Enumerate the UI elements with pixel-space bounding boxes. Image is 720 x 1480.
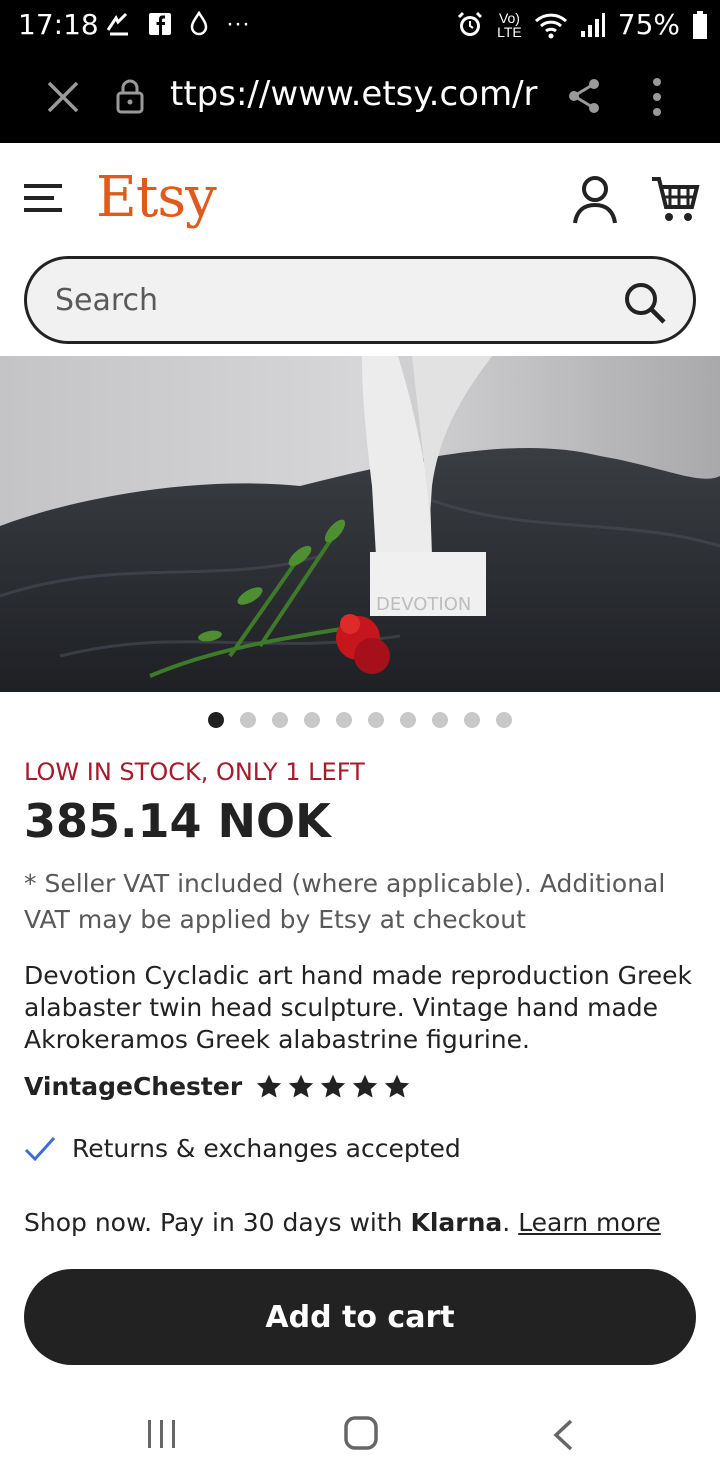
battery-icon — [693, 10, 707, 39]
lock-icon[interactable] — [116, 78, 144, 114]
url-field[interactable]: ttps://www.etsy.com/r — [170, 74, 540, 114]
status-right: Vo) LTE 75% — [455, 8, 708, 41]
carousel-dot[interactable] — [368, 712, 384, 728]
shop-row: VintageChester — [24, 1072, 412, 1101]
klarna-prefix: Shop now. Pay in 30 days with — [24, 1208, 411, 1237]
recents-icon[interactable] — [146, 1418, 178, 1450]
carousel-dot[interactable] — [208, 712, 224, 728]
notification-icons: ··· — [104, 10, 250, 38]
returns-row: Returns & exchanges accepted — [24, 1134, 461, 1163]
returns-text: Returns & exchanges accepted — [72, 1134, 461, 1163]
carousel-dot[interactable] — [240, 712, 256, 728]
more-notifications-icon: ··· — [226, 10, 250, 37]
shop-name-link[interactable]: VintageChester — [24, 1072, 242, 1101]
drop-icon — [190, 10, 208, 36]
carousel-dot[interactable] — [336, 712, 352, 728]
browser-url-bar: ttps://www.etsy.com/r — [0, 50, 720, 143]
engraved-label: DEVOTION — [376, 594, 471, 615]
star-icon — [385, 1074, 410, 1097]
add-to-cart-button[interactable]: Add to cart — [24, 1269, 696, 1365]
network-type: LTE — [497, 23, 522, 40]
share-icon[interactable] — [566, 77, 602, 115]
etsy-logo[interactable]: Etsy — [96, 165, 217, 230]
search-placeholder: Search — [55, 283, 159, 318]
carousel-dot[interactable] — [272, 712, 288, 728]
close-icon[interactable] — [44, 78, 82, 116]
price: 385.14 NOK — [24, 794, 331, 848]
wifi-icon — [534, 13, 567, 38]
carousel-dot[interactable] — [432, 712, 448, 728]
status-time: 17:18 — [18, 8, 99, 41]
vat-note: * Seller VAT included (where applicable)… — [24, 869, 666, 934]
klarna-row: Shop now. Pay in 30 days with Klarna. Le… — [24, 1208, 661, 1237]
more-menu-icon[interactable] — [648, 76, 666, 118]
stock-notice: LOW IN STOCK, ONLY 1 LEFT — [24, 758, 365, 786]
star-icon — [289, 1074, 314, 1097]
cart-icon[interactable] — [650, 175, 700, 223]
home-icon[interactable] — [344, 1416, 378, 1450]
site-header: Etsy — [0, 143, 720, 253]
check-icon — [24, 1136, 56, 1161]
carousel-dot[interactable] — [400, 712, 416, 728]
product-title: Devotion Cycladic art hand made reproduc… — [24, 961, 693, 1054]
facebook-icon — [149, 13, 171, 35]
notification-wave-icon — [106, 12, 128, 36]
signal-icon — [580, 12, 605, 37]
learn-more-link[interactable]: Learn more — [518, 1208, 661, 1237]
battery-percent: 75% — [617, 8, 680, 41]
carousel-dot[interactable] — [496, 712, 512, 728]
alarm-icon — [458, 11, 483, 36]
search-icon[interactable] — [623, 281, 667, 325]
rating-stars[interactable] — [254, 1073, 412, 1101]
carousel-dots[interactable] — [208, 712, 512, 728]
star-icon — [353, 1074, 378, 1097]
user-account-icon[interactable] — [572, 175, 618, 225]
search-input[interactable]: Search — [24, 256, 696, 344]
back-icon[interactable] — [552, 1418, 574, 1452]
product-image[interactable]: DEVOTION — [0, 356, 720, 692]
volte-icon: Vo) LTE — [497, 9, 522, 40]
hamburger-menu-icon[interactable] — [24, 183, 62, 213]
product-photo: DEVOTION — [0, 356, 720, 692]
system-nav-bar — [0, 1390, 720, 1480]
star-icon — [321, 1074, 346, 1097]
klarna-separator: . — [502, 1208, 519, 1237]
carousel-dot[interactable] — [304, 712, 320, 728]
carousel-dot[interactable] — [464, 712, 480, 728]
star-icon — [257, 1074, 282, 1097]
klarna-brand: Klarna — [410, 1208, 503, 1237]
status-bar: 17:18 ··· Vo) LTE 75% — [0, 0, 720, 50]
